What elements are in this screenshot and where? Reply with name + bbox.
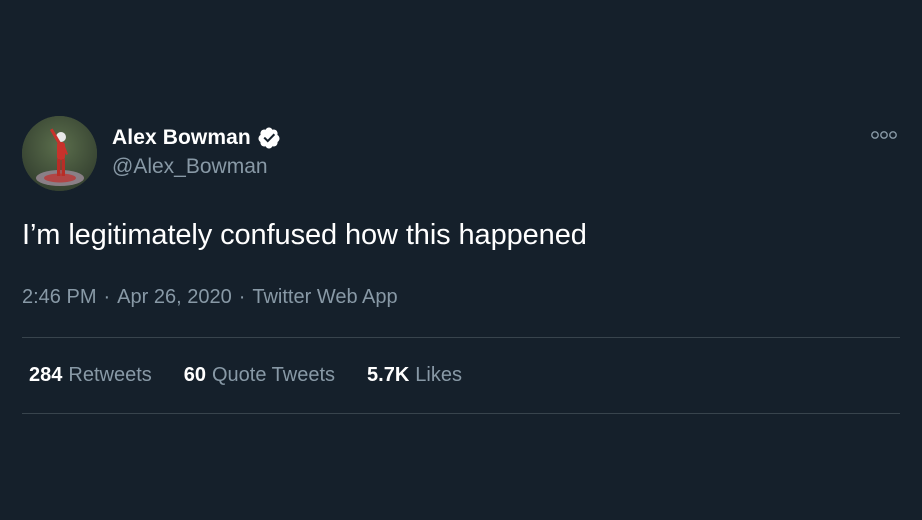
quote-tweets-stat[interactable]: 60 Quote Tweets xyxy=(184,364,335,387)
verified-badge-icon xyxy=(258,127,280,149)
name-row: Alex Bowman xyxy=(112,124,281,152)
tweet-time[interactable]: 2:46 PM xyxy=(22,286,96,308)
likes-label: Likes xyxy=(415,364,462,386)
avatar-image xyxy=(22,116,97,191)
meta-separator: · xyxy=(103,286,111,308)
quote-tweets-count: 60 xyxy=(183,364,206,386)
retweets-stat[interactable]: 284 Retweets xyxy=(29,364,152,387)
engagement-stats: 284 Retweets 60 Quote Tweets 5.7K Likes xyxy=(29,364,494,387)
avatar[interactable] xyxy=(22,116,97,191)
quote-tweets-label: Quote Tweets xyxy=(212,364,336,386)
likes-count: 5.7K xyxy=(367,364,410,386)
tweet-card: Alex Bowman @Alex_Bowman I’m legitimatel… xyxy=(0,0,922,520)
meta-separator: · xyxy=(238,286,246,308)
divider xyxy=(22,413,900,414)
retweets-label: Retweets xyxy=(68,364,152,386)
tweet-meta: 2:46 PM · Apr 26, 2020 · Twitter Web App xyxy=(22,286,398,309)
more-options-icon[interactable] xyxy=(870,128,898,142)
tweet-date[interactable]: Apr 26, 2020 xyxy=(117,286,232,308)
user-handle[interactable]: @Alex_Bowman xyxy=(112,155,268,179)
tweet-source[interactable]: Twitter Web App xyxy=(252,286,397,308)
likes-stat[interactable]: 5.7K Likes xyxy=(367,364,462,387)
retweets-count: 284 xyxy=(29,364,63,386)
divider xyxy=(22,337,900,338)
display-name[interactable]: Alex Bowman xyxy=(112,126,251,150)
tweet-text: I’m legitimately confused how this happe… xyxy=(22,219,587,251)
